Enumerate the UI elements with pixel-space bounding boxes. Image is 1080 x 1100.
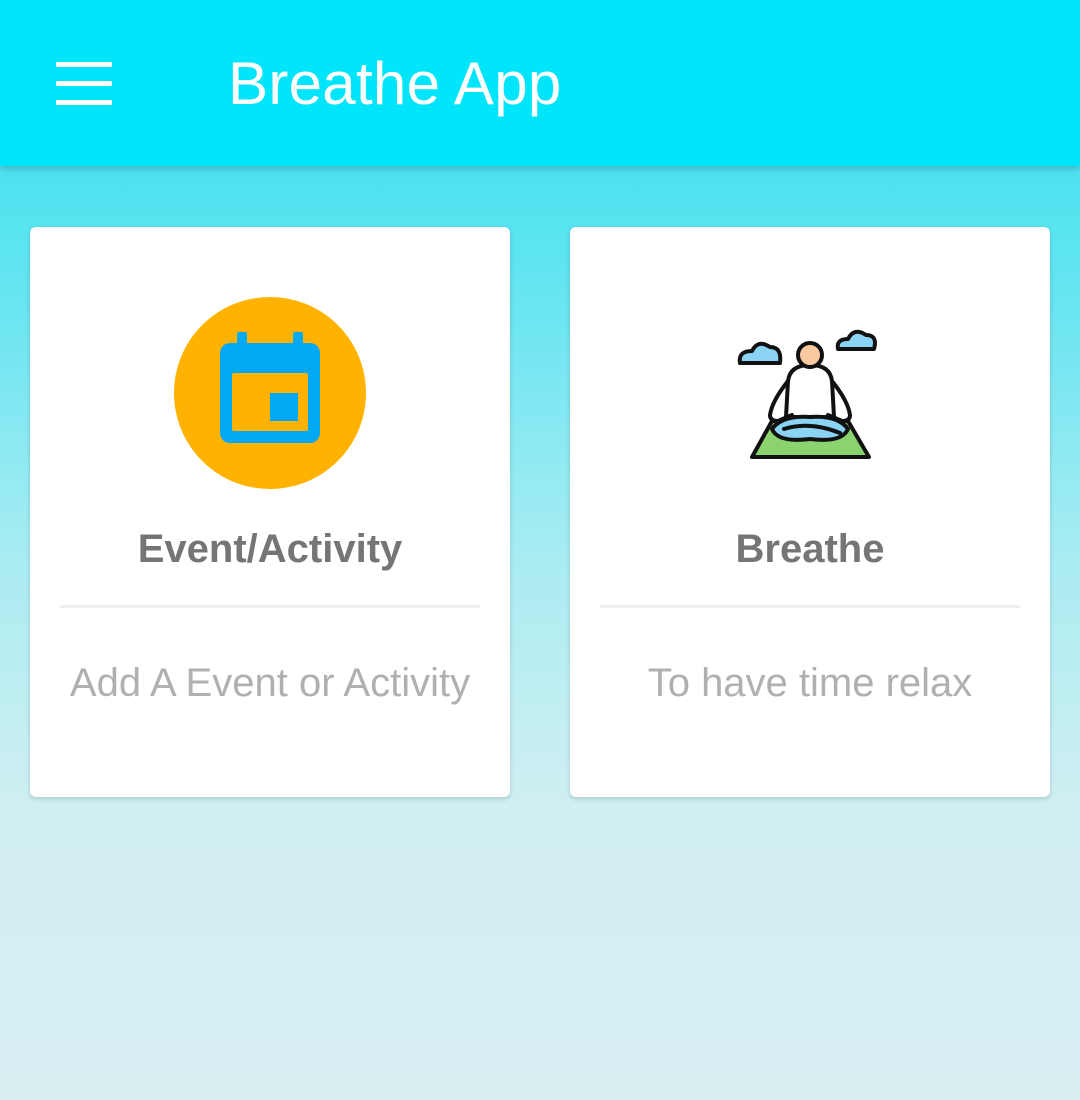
event-activity-card[interactable]: Event/Activity Add A Event or Activity — [30, 227, 510, 797]
card-title: Event/Activity — [137, 527, 403, 571]
card-divider — [60, 605, 480, 608]
app-title: Breathe App — [228, 50, 562, 117]
card-subtitle: To have time relax — [647, 661, 973, 705]
app-bar: Breathe App — [0, 0, 1080, 166]
breathe-card[interactable]: Breathe To have time relax — [570, 227, 1050, 797]
card-subtitle: Add A Event or Activity — [69, 661, 471, 705]
card-title: Breathe — [735, 527, 885, 571]
menu-button[interactable] — [40, 44, 128, 122]
card-divider — [600, 605, 1020, 608]
calendar-icon — [174, 297, 366, 489]
meditation-icon — [714, 297, 906, 489]
